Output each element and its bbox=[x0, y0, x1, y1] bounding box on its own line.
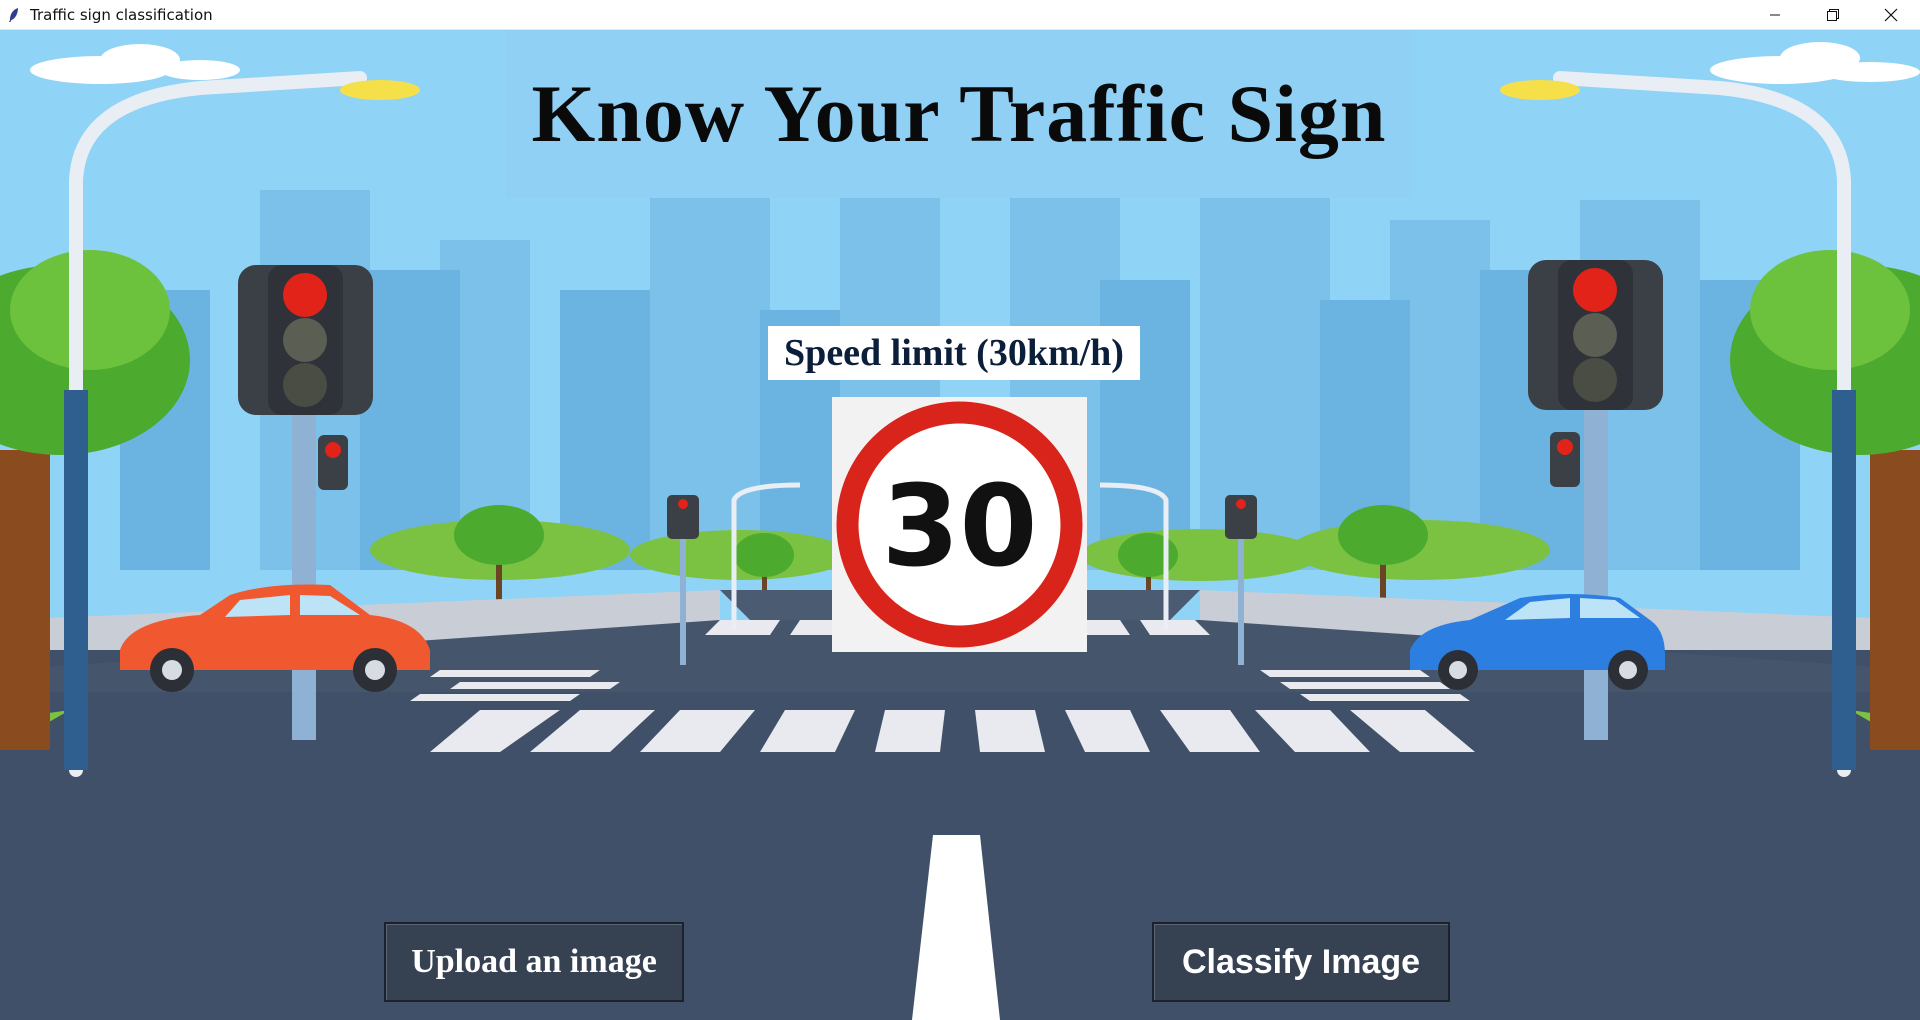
close-icon[interactable] bbox=[1862, 0, 1920, 29]
uploaded-sign-image: 30 bbox=[832, 397, 1087, 652]
window-controls bbox=[1746, 0, 1920, 29]
window-titlebar: Traffic sign classification bbox=[0, 0, 1920, 30]
classify-image-button[interactable]: Classify Image bbox=[1152, 922, 1450, 1002]
window-title: Traffic sign classification bbox=[30, 5, 213, 24]
page-title: Know Your Traffic Sign bbox=[531, 68, 1387, 159]
speed-limit-number: 30 bbox=[882, 462, 1038, 592]
minimize-icon[interactable] bbox=[1746, 0, 1804, 29]
upload-image-button[interactable]: Upload an image bbox=[384, 922, 684, 1002]
title-panel: Know Your Traffic Sign bbox=[506, 30, 1412, 198]
feather-icon bbox=[6, 7, 22, 23]
restore-icon[interactable] bbox=[1804, 0, 1862, 29]
classification-result-label: Speed limit (30km/h) bbox=[768, 326, 1140, 380]
